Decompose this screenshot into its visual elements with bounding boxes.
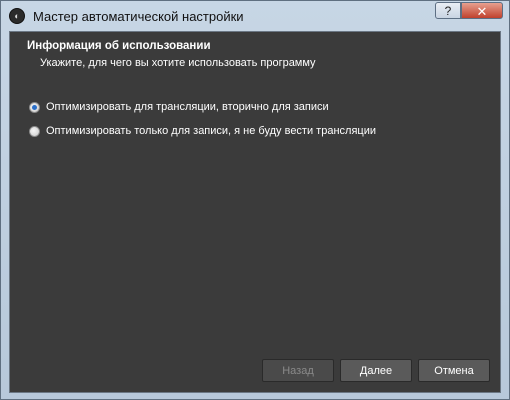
- help-button[interactable]: ?: [435, 2, 461, 19]
- radio-streaming[interactable]: [29, 101, 40, 113]
- wizard-content: Информация об использовании Укажите, для…: [9, 31, 501, 393]
- title-bar[interactable]: ◐ Мастер автоматической настройки ? ✕: [1, 1, 509, 31]
- page-subtitle: Укажите, для чего вы хотите использовать…: [40, 57, 316, 69]
- wizard-window: ◐ Мастер автоматической настройки ? ✕ Ин…: [0, 0, 510, 400]
- close-button[interactable]: ✕: [461, 2, 503, 19]
- radio-recording[interactable]: [29, 125, 40, 137]
- option-streaming-label: Оптимизировать для трансляции, вторично …: [46, 101, 329, 113]
- next-button[interactable]: Далее: [340, 359, 412, 382]
- option-recording-label: Оптимизировать только для записи, я не б…: [46, 125, 376, 137]
- option-recording[interactable]: Оптимизировать только для записи, я не б…: [29, 125, 376, 137]
- caption-buttons: ? ✕: [435, 2, 503, 19]
- cancel-button[interactable]: Отмена: [418, 359, 490, 382]
- option-streaming[interactable]: Оптимизировать для трансляции, вторично …: [29, 101, 329, 113]
- obs-app-icon: ◐: [9, 8, 25, 24]
- window-title: Мастер автоматической настройки: [33, 8, 244, 24]
- radio-selected-dot: [32, 104, 37, 110]
- back-button[interactable]: Назад: [262, 359, 334, 382]
- page-title: Информация об использовании: [27, 40, 211, 52]
